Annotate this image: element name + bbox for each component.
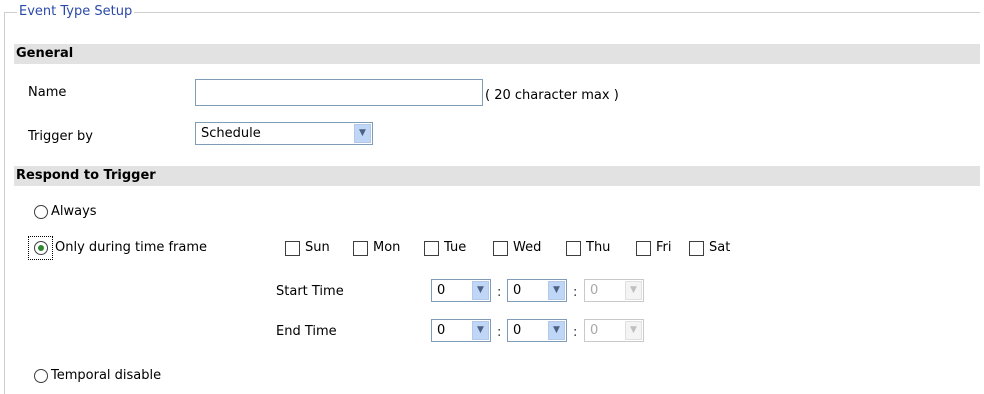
trigger-by-label: Trigger by [28, 129, 93, 144]
day-label-sun[interactable]: Sun [305, 239, 330, 257]
day-label-wed[interactable]: Wed [513, 239, 541, 257]
start-hour-value: 0 [437, 283, 446, 298]
day-checkbox-wed[interactable] [493, 241, 508, 256]
trigger-by-value: Schedule [201, 126, 261, 141]
end-second-value: 0 [590, 323, 599, 338]
end-second-select: 0 ▼ [584, 319, 644, 342]
day-label-thu[interactable]: Thu [586, 239, 610, 257]
chevron-down-icon: ▼ [625, 321, 642, 340]
time-separator: : [573, 285, 578, 300]
temporal-disable-label[interactable]: Temporal disable [51, 367, 161, 385]
respond-section-header: Respond to Trigger [14, 166, 980, 186]
end-minute-select[interactable]: 0 ▼ [507, 319, 567, 342]
fieldset-legend: Event Type Setup [17, 4, 135, 20]
day-checkbox-sat[interactable] [689, 241, 704, 256]
chevron-down-icon: ▼ [625, 281, 642, 300]
day-label-mon[interactable]: Mon [373, 239, 400, 257]
general-section-header: General [14, 44, 980, 64]
trigger-by-select[interactable]: Schedule ▼ [195, 122, 373, 145]
chevron-down-icon: ▼ [472, 281, 489, 300]
time-separator: : [573, 325, 578, 340]
end-time-label: End Time [276, 324, 337, 339]
day-label-sat[interactable]: Sat [709, 239, 730, 257]
end-minute-value: 0 [513, 323, 522, 338]
temporal-disable-radio[interactable] [34, 369, 48, 383]
start-hour-select[interactable]: 0 ▼ [431, 279, 491, 302]
day-label-fri[interactable]: Fri [656, 239, 672, 257]
end-hour-select[interactable]: 0 ▼ [431, 319, 491, 342]
start-time-label: Start Time [276, 284, 344, 299]
day-checkbox-fri[interactable] [636, 241, 651, 256]
name-hint: ( 20 character max ) [485, 88, 619, 103]
day-checkbox-mon[interactable] [353, 241, 368, 256]
start-minute-value: 0 [513, 283, 522, 298]
time-separator: : [497, 325, 502, 340]
event-type-fieldset [4, 12, 980, 394]
day-label-tue[interactable]: Tue [444, 239, 466, 257]
chevron-down-icon: ▼ [472, 321, 489, 340]
end-hour-value: 0 [437, 323, 446, 338]
start-minute-select[interactable]: 0 ▼ [507, 279, 567, 302]
chevron-down-icon: ▼ [354, 124, 371, 143]
time-separator: : [497, 285, 502, 300]
start-second-value: 0 [590, 283, 599, 298]
timeframe-label[interactable]: Only during time frame [55, 239, 207, 257]
always-label[interactable]: Always [51, 203, 97, 221]
always-radio[interactable] [34, 205, 48, 219]
name-label: Name [28, 85, 67, 100]
chevron-down-icon: ▼ [548, 321, 565, 340]
day-checkbox-thu[interactable] [566, 241, 581, 256]
timeframe-radio[interactable] [34, 241, 48, 255]
chevron-down-icon: ▼ [548, 281, 565, 300]
day-checkbox-tue[interactable] [424, 241, 439, 256]
name-input[interactable] [195, 79, 483, 106]
day-checkbox-sun[interactable] [285, 241, 300, 256]
start-second-select: 0 ▼ [584, 279, 644, 302]
